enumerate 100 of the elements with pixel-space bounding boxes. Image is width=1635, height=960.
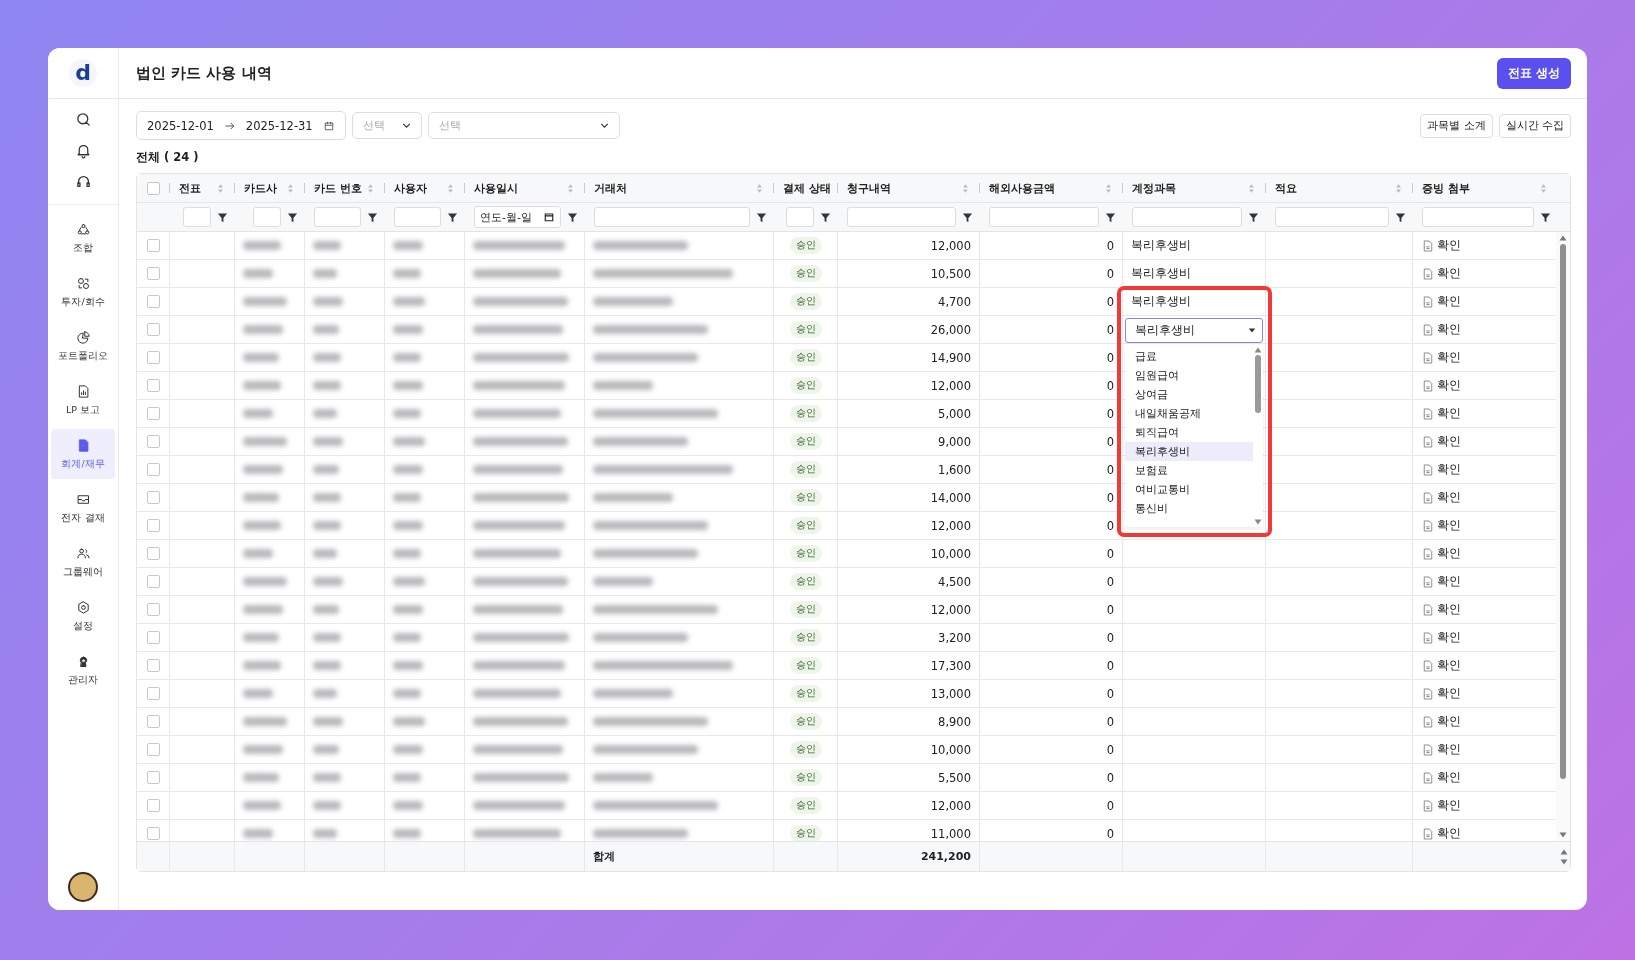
filter-field[interactable]: [394, 207, 441, 227]
row-checkbox[interactable]: [146, 267, 160, 280]
row-checkbox[interactable]: [146, 687, 160, 700]
search-icon[interactable]: [74, 111, 92, 128]
filter-icon[interactable]: [217, 211, 228, 223]
toolbar-button[interactable]: 실시간 수집: [1498, 113, 1571, 138]
row-checkbox[interactable]: [146, 379, 160, 392]
select-all-checkbox[interactable]: [146, 181, 160, 195]
row-checkbox[interactable]: [146, 799, 160, 812]
attachment-link[interactable]: 확인: [1421, 518, 1461, 533]
dropdown-option[interactable]: 통신비: [1125, 499, 1253, 518]
attachment-link[interactable]: 확인: [1421, 322, 1461, 337]
avatar[interactable]: [68, 872, 98, 902]
attachment-link[interactable]: 확인: [1421, 770, 1461, 785]
attachment-link[interactable]: 확인: [1421, 826, 1461, 841]
filter-field[interactable]: [594, 207, 750, 227]
filter-icon[interactable]: [962, 211, 973, 223]
dropdown-option[interactable]: 상여금: [1125, 385, 1253, 404]
attachment-link[interactable]: 확인: [1421, 574, 1461, 589]
filter-icon[interactable]: [1395, 211, 1406, 223]
row-checkbox[interactable]: [146, 463, 160, 476]
sort-icon[interactable]: [756, 182, 763, 194]
row-checkbox[interactable]: [146, 827, 160, 840]
row-checkbox[interactable]: [146, 603, 160, 616]
filter-icon[interactable]: [1105, 211, 1116, 223]
attachment-link[interactable]: 확인: [1421, 406, 1461, 421]
row-checkbox[interactable]: [146, 323, 160, 336]
scroll-down-icon[interactable]: [1560, 858, 1568, 865]
column-header[interactable]: 카드 번호: [314, 180, 362, 196]
row-checkbox[interactable]: [146, 435, 160, 448]
dropdown-option[interactable]: 내일채움공제: [1125, 404, 1253, 423]
row-checkbox[interactable]: [146, 351, 160, 364]
column-header[interactable]: 결제 상태: [783, 180, 831, 196]
filter-icon[interactable]: [447, 211, 458, 223]
sort-icon[interactable]: [567, 182, 574, 194]
scroll-up-icon[interactable]: [1559, 235, 1567, 241]
attachment-link[interactable]: 확인: [1421, 602, 1461, 617]
scrollbar[interactable]: [1253, 345, 1263, 527]
attachment-link[interactable]: 확인: [1421, 714, 1461, 729]
table-scrollbar[interactable]: [1556, 232, 1570, 841]
row-checkbox[interactable]: [146, 547, 160, 560]
sort-icon[interactable]: [1248, 182, 1255, 194]
scroll-down-icon[interactable]: [1559, 832, 1567, 838]
attachment-link[interactable]: 확인: [1421, 462, 1461, 477]
attachment-link[interactable]: 확인: [1421, 238, 1461, 253]
filter-field[interactable]: [847, 207, 956, 227]
column-header[interactable]: 적요: [1275, 180, 1297, 196]
row-checkbox[interactable]: [146, 239, 160, 252]
column-header[interactable]: 증빙 첨부: [1422, 180, 1470, 196]
filter-icon[interactable]: [287, 211, 298, 223]
nav-item[interactable]: 전자 결재: [51, 483, 115, 533]
headset-icon[interactable]: [74, 173, 92, 190]
sort-icon[interactable]: [217, 182, 224, 194]
row-checkbox[interactable]: [146, 407, 160, 420]
filter-icon[interactable]: [1248, 211, 1259, 223]
nav-item[interactable]: 관리자: [51, 645, 115, 695]
nav-item[interactable]: 설정: [51, 591, 115, 641]
row-checkbox[interactable]: [146, 771, 160, 784]
column-header[interactable]: 카드사: [244, 180, 277, 196]
attachment-link[interactable]: 확인: [1421, 378, 1461, 393]
dropdown-option[interactable]: 보험료: [1125, 461, 1253, 480]
filter-field[interactable]: [253, 207, 281, 227]
column-header[interactable]: 사용일시: [474, 180, 518, 196]
account-select[interactable]: 복리후생비: [1125, 318, 1263, 343]
scroll-up-icon[interactable]: [1254, 347, 1262, 353]
attachment-link[interactable]: 확인: [1421, 630, 1461, 645]
attachment-link[interactable]: 확인: [1421, 294, 1461, 309]
filter-icon[interactable]: [567, 211, 578, 223]
filter-field[interactable]: [786, 207, 814, 227]
row-checkbox[interactable]: [146, 519, 160, 532]
column-header[interactable]: 청구내역: [847, 180, 891, 196]
attachment-link[interactable]: 확인: [1421, 742, 1461, 757]
row-checkbox[interactable]: [146, 491, 160, 504]
column-header[interactable]: 계정과목: [1132, 180, 1176, 196]
attachment-link[interactable]: 확인: [1421, 658, 1461, 673]
row-checkbox[interactable]: [146, 715, 160, 728]
dropdown-option[interactable]: 복리후생비: [1125, 442, 1253, 461]
filter-field[interactable]: [1275, 207, 1389, 227]
filter-field[interactable]: [1422, 207, 1534, 227]
attachment-link[interactable]: 확인: [1421, 490, 1461, 505]
row-checkbox[interactable]: [146, 743, 160, 756]
scroll-down-icon[interactable]: [1254, 519, 1262, 525]
filter-icon[interactable]: [1540, 211, 1551, 223]
column-header[interactable]: 전표: [179, 180, 201, 196]
logo[interactable]: d: [69, 59, 97, 87]
filter-field[interactable]: [183, 207, 211, 227]
dropdown-option[interactable]: 여비교통비: [1125, 480, 1253, 499]
dropdown-option[interactable]: 임원급여: [1125, 366, 1253, 385]
row-checkbox[interactable]: [146, 295, 160, 308]
date-range-field[interactable]: 2025-12-01 2025-12-31: [136, 111, 346, 140]
filter-field[interactable]: [1132, 207, 1242, 227]
date-filter-field[interactable]: 연도-월-일: [474, 206, 561, 228]
create-voucher-button[interactable]: 전표 생성: [1496, 57, 1571, 89]
dropdown-option[interactable]: 급료: [1125, 347, 1253, 366]
attachment-link[interactable]: 확인: [1421, 686, 1461, 701]
column-header[interactable]: 사용자: [394, 180, 427, 196]
nav-item[interactable]: 조합: [51, 213, 115, 263]
nav-item[interactable]: 회계/재무: [51, 429, 115, 479]
sort-icon[interactable]: [287, 182, 294, 194]
filter-field[interactable]: [989, 207, 1099, 227]
